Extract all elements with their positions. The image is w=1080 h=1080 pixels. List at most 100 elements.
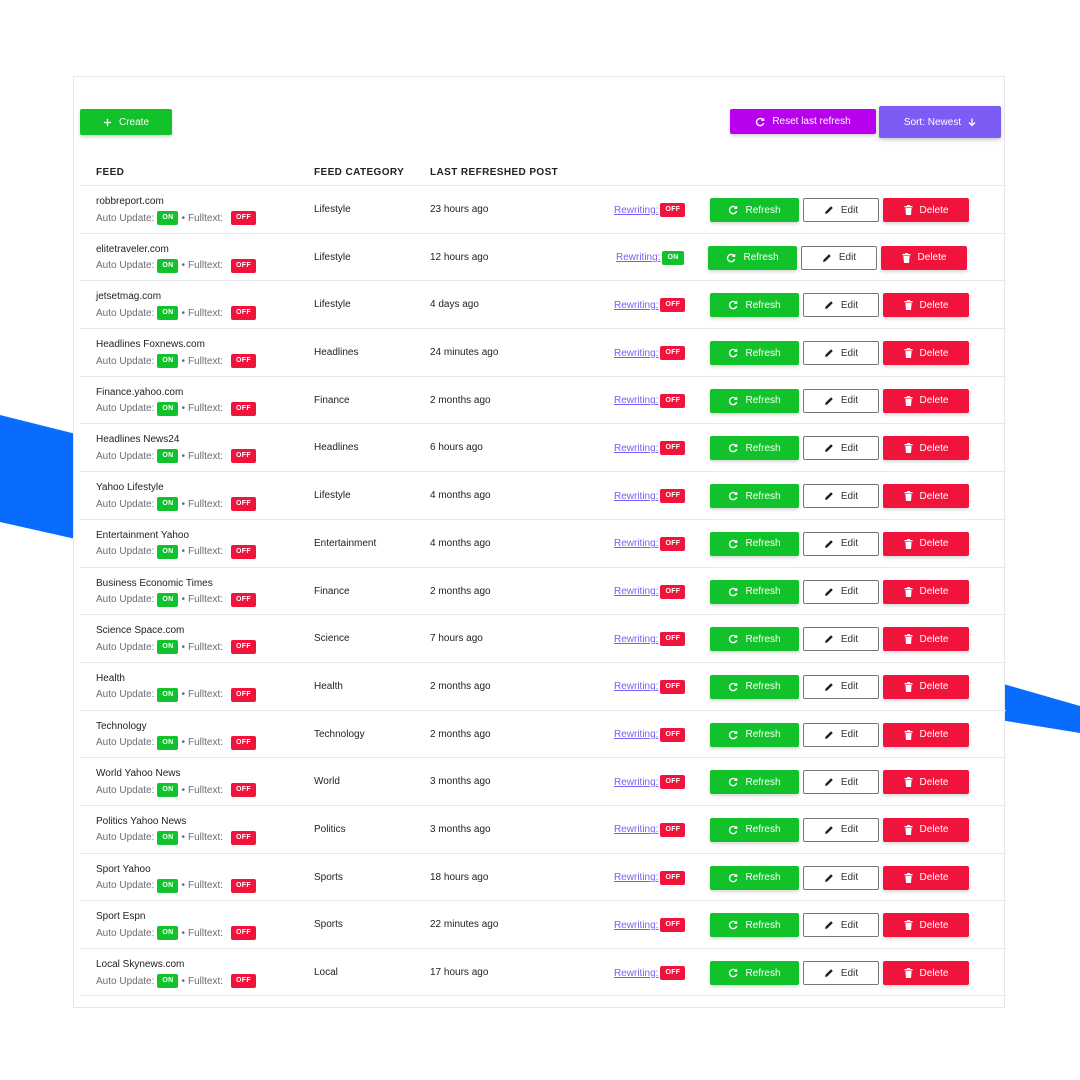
edit-button[interactable]: Edit	[803, 293, 879, 318]
refresh-button[interactable]: Refresh	[710, 484, 799, 509]
fulltext-toggle[interactable]: OFF	[231, 592, 256, 607]
refresh-button[interactable]: Refresh	[710, 531, 799, 556]
edit-button[interactable]: Edit	[803, 817, 879, 842]
delete-button[interactable]: Delete	[881, 245, 967, 270]
rewriting-link[interactable]: Rewriting:	[614, 586, 658, 597]
rewriting-link[interactable]: Rewriting:	[614, 395, 658, 406]
auto-update-toggle[interactable]: ON	[157, 830, 179, 845]
edit-button[interactable]: Edit	[803, 531, 879, 556]
edit-button[interactable]: Edit	[803, 674, 879, 699]
delete-button[interactable]: Delete	[883, 436, 969, 461]
auto-update-toggle[interactable]: ON	[157, 735, 179, 750]
delete-button[interactable]: Delete	[883, 531, 969, 556]
refresh-button[interactable]: Refresh	[710, 961, 799, 985]
rewriting-toggle[interactable]: OFF	[660, 822, 686, 837]
auto-update-toggle[interactable]: ON	[157, 974, 179, 988]
rewriting-toggle[interactable]: OFF	[660, 346, 686, 361]
auto-update-toggle[interactable]: ON	[157, 926, 179, 941]
rewriting-link[interactable]: Rewriting:	[614, 634, 658, 645]
rewriting-link[interactable]: Rewriting:	[614, 729, 658, 740]
rewriting-toggle[interactable]: OFF	[660, 966, 686, 980]
fulltext-toggle[interactable]: OFF	[231, 640, 256, 655]
delete-button[interactable]: Delete	[883, 817, 969, 842]
auto-update-toggle[interactable]: ON	[157, 592, 179, 607]
auto-update-toggle[interactable]: ON	[157, 211, 179, 225]
rewriting-link[interactable]: Rewriting:	[614, 968, 658, 979]
auto-update-toggle[interactable]: ON	[157, 497, 179, 512]
edit-button[interactable]: Edit	[803, 961, 879, 985]
rewriting-link[interactable]: Rewriting:	[614, 681, 658, 692]
fulltext-toggle[interactable]: OFF	[231, 449, 256, 464]
delete-button[interactable]: Delete	[883, 293, 969, 318]
rewriting-link[interactable]: Rewriting:	[614, 300, 658, 311]
fulltext-toggle[interactable]: OFF	[231, 211, 256, 225]
fulltext-toggle[interactable]: OFF	[231, 735, 256, 750]
edit-button[interactable]: Edit	[801, 245, 877, 270]
edit-button[interactable]: Edit	[803, 436, 879, 461]
delete-button[interactable]: Delete	[883, 770, 969, 795]
auto-update-toggle[interactable]: ON	[157, 687, 179, 702]
rewriting-link[interactable]: Rewriting:	[614, 491, 658, 502]
rewriting-link[interactable]: Rewriting:	[614, 443, 658, 454]
delete-button[interactable]: Delete	[883, 913, 969, 938]
rewriting-link[interactable]: Rewriting:	[614, 824, 658, 835]
delete-button[interactable]: Delete	[883, 674, 969, 699]
reset-last-refresh-button[interactable]: Reset last refresh	[730, 109, 876, 134]
fulltext-toggle[interactable]: OFF	[231, 926, 256, 941]
fulltext-toggle[interactable]: OFF	[231, 354, 256, 369]
edit-button[interactable]: Edit	[803, 865, 879, 890]
refresh-button[interactable]: Refresh	[710, 770, 799, 795]
rewriting-link[interactable]: Rewriting:	[614, 920, 658, 931]
create-button[interactable]: Create	[80, 109, 172, 135]
rewriting-toggle[interactable]: OFF	[660, 536, 686, 551]
auto-update-toggle[interactable]: ON	[157, 306, 179, 321]
edit-button[interactable]: Edit	[803, 484, 879, 509]
rewriting-link[interactable]: Rewriting:	[614, 872, 658, 883]
edit-button[interactable]: Edit	[803, 627, 879, 652]
rewriting-toggle[interactable]: OFF	[660, 393, 686, 408]
refresh-button[interactable]: Refresh	[710, 341, 799, 366]
rewriting-link[interactable]: Rewriting:	[614, 205, 658, 216]
refresh-button[interactable]: Refresh	[710, 388, 799, 413]
refresh-button[interactable]: Refresh	[710, 674, 799, 699]
rewriting-toggle[interactable]: OFF	[660, 489, 686, 504]
delete-button[interactable]: Delete	[883, 579, 969, 604]
refresh-button[interactable]: Refresh	[710, 436, 799, 461]
delete-button[interactable]: Delete	[883, 198, 969, 222]
refresh-button[interactable]: Refresh	[710, 627, 799, 652]
edit-button[interactable]: Edit	[803, 770, 879, 795]
edit-button[interactable]: Edit	[803, 388, 879, 413]
rewriting-link[interactable]: Rewriting:	[616, 252, 660, 263]
rewriting-toggle[interactable]: OFF	[660, 584, 686, 599]
auto-update-toggle[interactable]: ON	[157, 401, 179, 416]
refresh-button[interactable]: Refresh	[710, 722, 799, 747]
fulltext-toggle[interactable]: OFF	[231, 830, 256, 845]
auto-update-toggle[interactable]: ON	[157, 258, 179, 273]
fulltext-toggle[interactable]: OFF	[231, 878, 256, 893]
fulltext-toggle[interactable]: OFF	[231, 401, 256, 416]
rewriting-toggle[interactable]: OFF	[660, 679, 686, 694]
rewriting-toggle[interactable]: ON	[662, 250, 684, 265]
auto-update-toggle[interactable]: ON	[157, 544, 179, 559]
rewriting-toggle[interactable]: OFF	[660, 298, 686, 313]
refresh-button[interactable]: Refresh	[708, 245, 797, 270]
edit-button[interactable]: Edit	[803, 913, 879, 938]
rewriting-link[interactable]: Rewriting:	[614, 348, 658, 359]
fulltext-toggle[interactable]: OFF	[231, 497, 256, 512]
delete-button[interactable]: Delete	[883, 341, 969, 366]
auto-update-toggle[interactable]: ON	[157, 783, 179, 798]
fulltext-toggle[interactable]: OFF	[231, 544, 256, 559]
rewriting-link[interactable]: Rewriting:	[614, 777, 658, 788]
refresh-button[interactable]: Refresh	[710, 293, 799, 318]
refresh-button[interactable]: Refresh	[710, 198, 799, 222]
refresh-button[interactable]: Refresh	[710, 579, 799, 604]
delete-button[interactable]: Delete	[883, 961, 969, 985]
rewriting-toggle[interactable]: OFF	[660, 775, 686, 790]
delete-button[interactable]: Delete	[883, 388, 969, 413]
auto-update-toggle[interactable]: ON	[157, 878, 179, 893]
edit-button[interactable]: Edit	[803, 722, 879, 747]
rewriting-toggle[interactable]: OFF	[660, 632, 686, 647]
auto-update-toggle[interactable]: ON	[157, 449, 179, 464]
fulltext-toggle[interactable]: OFF	[231, 974, 256, 988]
edit-button[interactable]: Edit	[803, 579, 879, 604]
